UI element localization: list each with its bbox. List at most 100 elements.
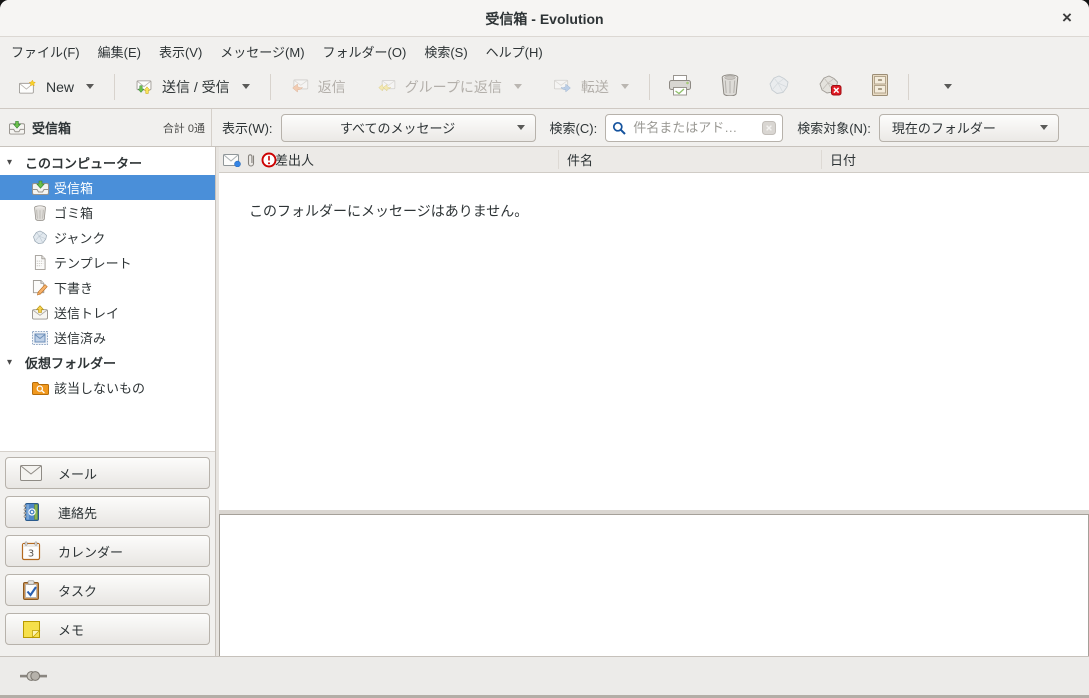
menu-file[interactable]: ファイル(F) — [2, 38, 89, 65]
empty-folder-message: このフォルダーにメッセージはありません。 — [249, 201, 528, 221]
message-filter-value: すべてのメッセージ — [282, 118, 514, 137]
send-receive-label: 送信 / 受信 — [162, 77, 230, 97]
contacts-icon — [19, 502, 43, 522]
sidebar-item-junk[interactable]: ジャンク — [0, 225, 215, 250]
toolbar-separator — [114, 74, 115, 100]
close-button[interactable]: × — [1056, 7, 1078, 29]
switcher-memos-button[interactable]: メモ — [5, 613, 210, 645]
column-from[interactable]: 差出人 — [275, 150, 558, 169]
reply-icon — [291, 78, 309, 95]
inbox-icon — [8, 120, 26, 135]
new-button-label: New — [46, 79, 74, 95]
content-area: ▾ このコンピューター 受信箱 ゴミ箱 — [0, 147, 1089, 656]
sidebar-item-outbox[interactable]: 送信トレイ — [0, 300, 215, 325]
preview-pane[interactable] — [219, 514, 1089, 656]
read-status-icon[interactable] — [223, 153, 241, 167]
new-button[interactable]: New — [10, 72, 103, 102]
header-status-columns — [219, 152, 275, 168]
send-receive-dropdown-arrow-icon[interactable] — [242, 84, 250, 89]
message-area: 差出人 件名 日付 このフォルダーにメッセージはありません。 — [219, 147, 1089, 656]
toolbar: New 送信 / 受信 返信 グループに返信 — [0, 65, 1089, 109]
folder-label: 該当しないもの — [54, 378, 145, 397]
group-label: 仮想フォルダー — [25, 353, 116, 372]
statusbar — [0, 656, 1089, 698]
outbox-icon — [31, 305, 49, 320]
sidebar-item-inbox[interactable]: 受信箱 — [0, 175, 215, 200]
search-input[interactable] — [631, 119, 757, 136]
clear-search-icon[interactable] — [762, 121, 776, 135]
group-reply-icon — [378, 78, 396, 95]
expander-icon[interactable]: ▾ — [7, 357, 17, 368]
evolution-window: 受信箱 - Evolution × ファイル(F) 編集(E) 表示(V) メッ… — [0, 0, 1089, 698]
switcher-contacts-button[interactable]: 連絡先 — [5, 496, 210, 528]
inbox-icon — [31, 180, 49, 195]
window-title: 受信箱 - Evolution — [0, 9, 1089, 29]
switcher-calendar-button[interactable]: 3 カレンダー — [5, 535, 210, 567]
new-dropdown-arrow-icon[interactable] — [86, 84, 94, 89]
sidebar-item-sent[interactable]: 送信済み — [0, 325, 215, 350]
search-scope-label: 検索対象(N): — [797, 118, 871, 137]
reply-label: 返信 — [318, 77, 346, 97]
sidebar: ▾ このコンピューター 受信箱 ゴミ箱 — [0, 147, 215, 656]
expander-icon[interactable]: ▾ — [7, 157, 17, 168]
folder-label: 受信箱 — [54, 178, 93, 197]
group-reply-button[interactable]: グループに返信 — [369, 71, 531, 103]
junk-icon — [768, 75, 790, 98]
forward-button[interactable]: 転送 — [545, 71, 638, 103]
archive-button[interactable] — [863, 69, 897, 104]
file-cabinet-icon — [870, 74, 890, 99]
folder-info-bar: 受信箱 合計 0通 表示(W): すべてのメッセージ 検索(C): 検索対象(N… — [0, 109, 1089, 147]
attachment-icon[interactable] — [246, 152, 256, 168]
reply-button[interactable]: 返信 — [282, 71, 355, 103]
search-label: 検索(C): — [550, 118, 598, 137]
calendar-icon: 3 — [19, 541, 43, 561]
toolbar-separator — [908, 74, 909, 100]
folder-tree: ▾ このコンピューター 受信箱 ゴミ箱 — [0, 147, 215, 452]
sidebar-group-search-folders[interactable]: ▾ 仮想フォルダー — [0, 350, 215, 375]
sidebar-item-templates[interactable]: テンプレート — [0, 250, 215, 275]
mail-icon — [19, 465, 43, 481]
new-mail-icon — [19, 78, 37, 96]
delete-button[interactable] — [713, 69, 747, 104]
toolbar-overflow-button[interactable] — [934, 79, 959, 94]
sidebar-item-unmatched[interactable]: 該当しないもの — [0, 375, 215, 400]
message-list-header: 差出人 件名 日付 — [219, 147, 1089, 173]
column-date[interactable]: 日付 — [821, 150, 1089, 169]
switcher-label: メモ — [58, 620, 84, 639]
online-status-icon[interactable] — [20, 669, 47, 683]
menu-search[interactable]: 検索(S) — [415, 38, 476, 65]
menu-folder[interactable]: フォルダー(O) — [314, 38, 416, 65]
menu-help[interactable]: ヘルプ(H) — [477, 38, 552, 65]
group-reply-dropdown-arrow-icon[interactable] — [514, 84, 522, 89]
memos-icon — [19, 620, 43, 639]
message-filter-dropdown[interactable]: すべてのメッセージ — [281, 114, 536, 142]
menu-message[interactable]: メッセージ(M) — [211, 38, 313, 65]
menu-edit[interactable]: 編集(E) — [89, 38, 150, 65]
message-list[interactable]: このフォルダーにメッセージはありません。 — [219, 173, 1089, 510]
scope-dropdown-arrow-icon — [1040, 125, 1048, 130]
search-scope-dropdown[interactable]: 現在のフォルダー — [879, 114, 1059, 142]
print-button[interactable] — [661, 70, 699, 104]
switcher-label: 連絡先 — [58, 503, 97, 522]
folder-message-count: 合計 0通 — [163, 120, 205, 136]
component-switcher: メール 連絡先 3 カレンダー — [0, 452, 215, 656]
search-icon[interactable] — [612, 121, 626, 135]
template-icon — [31, 255, 49, 270]
sidebar-group-this-computer[interactable]: ▾ このコンピューター — [0, 150, 215, 175]
sidebar-item-drafts[interactable]: 下書き — [0, 275, 215, 300]
junk-button[interactable] — [761, 70, 797, 103]
titlebar: 受信箱 - Evolution × — [0, 0, 1089, 37]
menu-view[interactable]: 表示(V) — [150, 38, 211, 65]
send-receive-button[interactable]: 送信 / 受信 — [126, 71, 259, 103]
group-label: このコンピューター — [25, 153, 142, 172]
forward-icon — [554, 78, 572, 95]
forward-label: 転送 — [581, 77, 609, 97]
switcher-tasks-button[interactable]: タスク — [5, 574, 210, 606]
not-junk-button[interactable] — [811, 70, 849, 104]
switcher-mail-button[interactable]: メール — [5, 457, 210, 489]
sidebar-item-trash[interactable]: ゴミ箱 — [0, 200, 215, 225]
send-receive-icon — [135, 77, 153, 97]
search-scope-value: 現在のフォルダー — [892, 118, 1037, 137]
forward-dropdown-arrow-icon[interactable] — [621, 84, 629, 89]
column-subject[interactable]: 件名 — [558, 150, 821, 169]
